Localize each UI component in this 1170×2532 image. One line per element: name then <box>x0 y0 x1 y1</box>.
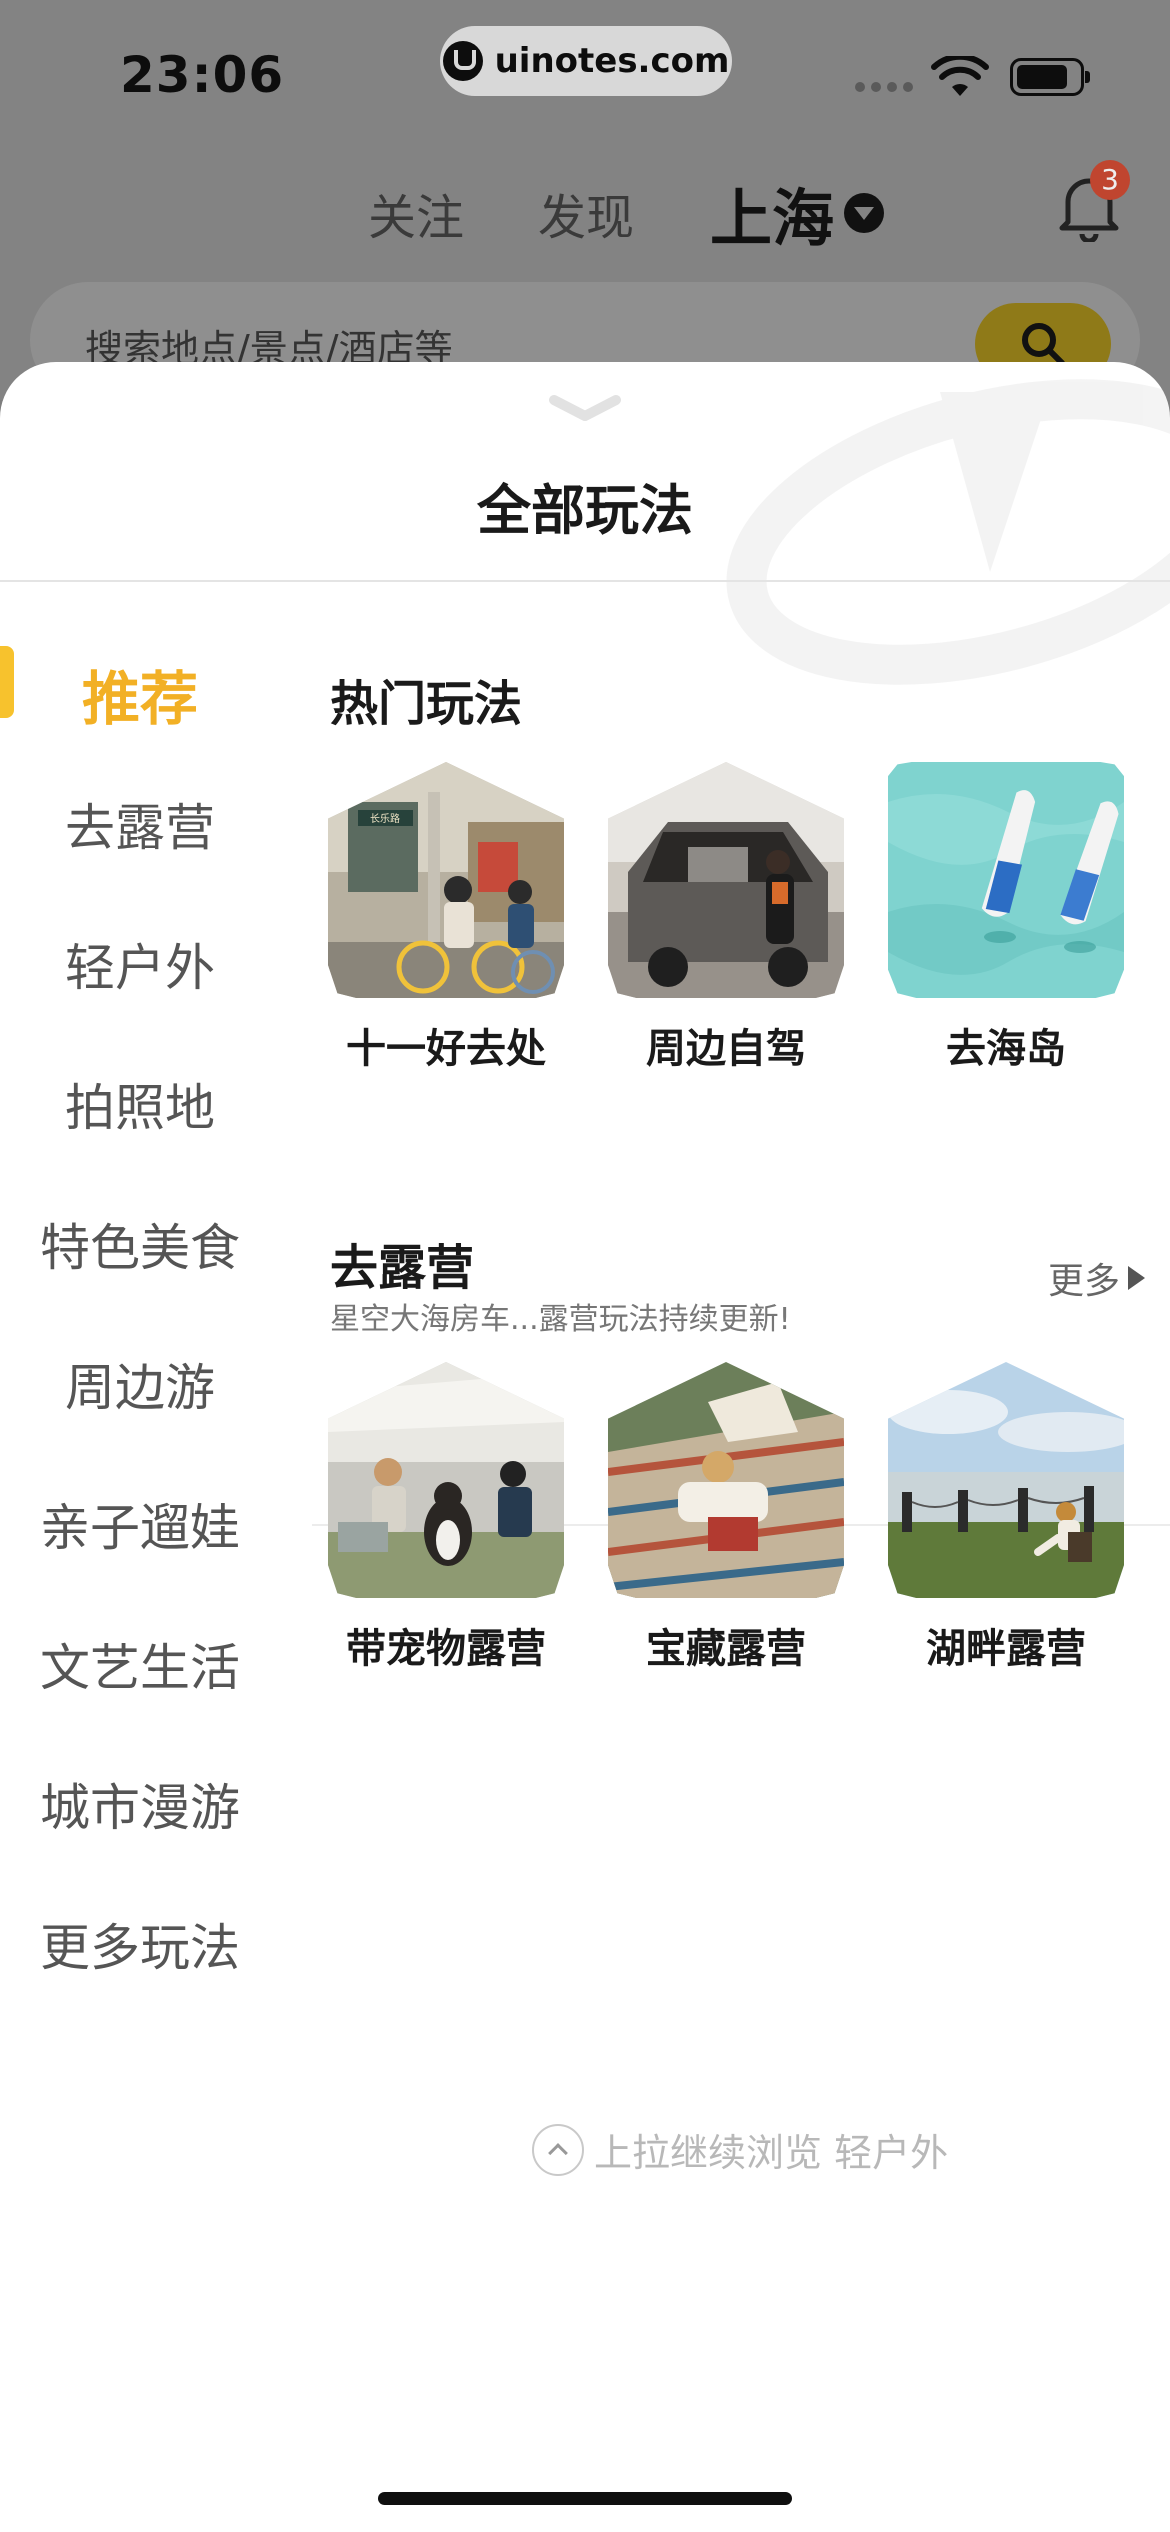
category-arts-life[interactable]: 文艺生活 <box>0 1628 280 1700</box>
url-text: uinotes.com <box>494 41 730 81</box>
activity-tile[interactable]: 周边自驾 <box>608 762 844 1074</box>
hot-section-title: 热门玩法 <box>330 676 523 732</box>
caret-down-icon <box>844 193 885 233</box>
camping-more-link[interactable]: 更多 <box>1048 1252 1146 1304</box>
more-label: 更多 <box>1048 1261 1121 1302</box>
url-pill[interactable]: uinotes.com <box>440 26 732 96</box>
site-logo-icon <box>442 41 483 81</box>
pull-up-text: 上拉继续浏览 轻户外 <box>594 2131 949 2175</box>
city-selector[interactable]: 上海 <box>710 168 885 258</box>
wifi-icon <box>931 56 989 96</box>
activity-label: 湖畔露营 <box>926 1626 1086 1672</box>
activity-tile[interactable]: 长乐路 十一好去处 <box>328 762 564 1074</box>
cellular-signal-icon <box>855 82 913 92</box>
activity-label: 宝藏露营 <box>646 1626 806 1672</box>
activity-label: 周边自驾 <box>646 1026 806 1072</box>
category-nearby-trips[interactable]: 周边游 <box>0 1348 280 1420</box>
activity-label: 带宠物露营 <box>346 1626 546 1672</box>
activity-label: 十一好去处 <box>346 1026 546 1072</box>
category-camping[interactable]: 去露营 <box>0 788 280 860</box>
home-indicator[interactable] <box>378 2492 792 2505</box>
shop-sign: 长乐路 <box>370 812 400 825</box>
notification-badge: 3 <box>1090 160 1130 200</box>
city-name: 上海 <box>710 182 835 255</box>
dog-camping-photo <box>328 1362 564 1598</box>
activity-tile[interactable]: 带宠物露营 <box>328 1362 564 1674</box>
pull-up-hint[interactable]: 上拉继续浏览 轻户外 <box>532 2122 948 2177</box>
category-recommend[interactable]: 推荐 <box>0 652 280 736</box>
sheet-title: 全部玩法 <box>477 479 693 542</box>
tab-follow[interactable]: 关注 <box>368 178 464 248</box>
category-local-food[interactable]: 特色美食 <box>0 1208 280 1280</box>
camping-section-subtitle: 星空大海房车...露营玩法持续更新! <box>330 1302 791 1337</box>
category-city-walk[interactable]: 城市漫游 <box>0 1768 280 1840</box>
activity-label: 去海岛 <box>946 1026 1066 1072</box>
boats-turquoise-sea-photo <box>888 762 1124 998</box>
arrow-right-icon <box>1128 1266 1146 1290</box>
category-family-kids[interactable]: 亲子遛娃 <box>0 1488 280 1560</box>
activity-tile[interactable]: 宝藏露营 <box>608 1362 844 1674</box>
category-light-outdoor[interactable]: 轻户外 <box>0 928 280 1000</box>
collapse-chevron-icon[interactable] <box>548 392 622 426</box>
status-time: 23:06 <box>120 46 285 104</box>
street-cyclists-photo: 长乐路 <box>328 762 564 998</box>
tab-discover[interactable]: 发现 <box>538 178 634 248</box>
chevron-up-icon <box>532 2123 584 2176</box>
car-trunk-roadtrip-photo <box>608 762 844 998</box>
category-photo-spots[interactable]: 拍照地 <box>0 1068 280 1140</box>
camping-section-title: 去露营 <box>330 1240 475 1296</box>
lakeside-chair-photo <box>888 1362 1124 1598</box>
battery-icon <box>1010 58 1090 96</box>
sheet-divider <box>0 580 1170 582</box>
activity-tile[interactable]: 湖畔露营 <box>888 1362 1124 1674</box>
picnic-blanket-reading-photo <box>608 1362 844 1598</box>
category-more[interactable]: 更多玩法 <box>0 1908 280 1980</box>
all-activities-sheet: 全部玩法 推荐 去露营 轻户外 拍照地 特色美食 周边游 亲子遛娃 文艺生活 城… <box>0 362 1170 2532</box>
activity-tile[interactable]: 去海岛 <box>888 762 1124 1074</box>
search-icon <box>1022 323 1065 366</box>
